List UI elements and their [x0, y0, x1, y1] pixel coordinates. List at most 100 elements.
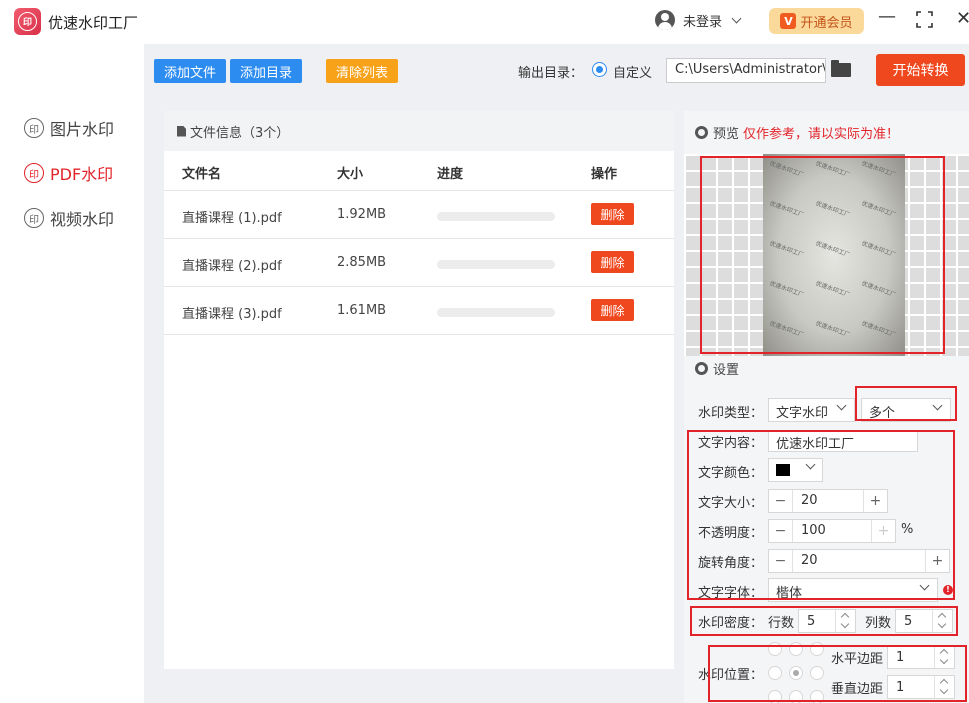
increment-button[interactable]: +: [925, 550, 949, 572]
horizontal-margin-value[interactable]: 1: [896, 650, 904, 665]
text-content-input[interactable]: 优速水印工厂: [768, 430, 918, 452]
table-header: 文件名 大小 进度 操作: [164, 151, 674, 191]
table-row[interactable]: 直播课程 (1).pdf 1.92MB 删除: [164, 191, 674, 239]
font-select[interactable]: 楷体: [768, 578, 938, 602]
opacity-value[interactable]: 100: [801, 523, 826, 538]
vip-label: 开通会员: [800, 15, 853, 31]
spinner-arrows[interactable]: [835, 610, 855, 632]
vertical-margin-label: 垂直边距: [831, 682, 884, 697]
position-bottom-right[interactable]: [810, 690, 824, 703]
density-label: 水印密度：: [698, 616, 764, 631]
table-row[interactable]: 直播课程 (2).pdf 2.85MB 删除: [164, 239, 674, 287]
watermark-text: 优速水印工厂: [860, 159, 897, 179]
sidebar-item-pdf-watermark[interactable]: 印 PDF水印: [24, 161, 113, 185]
decrement-button[interactable]: −: [769, 520, 793, 542]
file-list-panel: 文件信息（3个） 文件名 大小 进度 操作 直播课程 (1).pdf 1.92M…: [164, 111, 674, 669]
sidebar-item-video-watermark[interactable]: 印 视频水印: [24, 206, 114, 230]
file-count-label: 文件信息（3个）: [190, 125, 290, 141]
opacity-stepper[interactable]: − 100 +: [768, 519, 896, 543]
text-size-label: 文字大小：: [698, 496, 764, 511]
opacity-unit: %: [901, 522, 914, 537]
watermark-text: 优速水印工厂: [860, 199, 897, 219]
rotation-label: 旋转角度：: [698, 556, 764, 571]
start-convert-button[interactable]: 开始转换: [876, 54, 965, 86]
position-label: 水印位置：: [698, 668, 764, 683]
rotation-value[interactable]: 20: [801, 553, 818, 568]
arrow-down-icon: [840, 619, 850, 629]
watermark-type-label: 水印类型：: [698, 406, 764, 421]
file-name: 直播课程 (3).pdf: [182, 307, 282, 322]
position-top-left[interactable]: [768, 642, 782, 656]
spinner-arrows[interactable]: [932, 610, 952, 632]
add-file-button[interactable]: 添加文件: [154, 59, 226, 83]
arrow-down-icon: [939, 655, 949, 665]
watermark-text: 优速水印工厂: [814, 159, 851, 179]
stamp-icon: 印: [24, 163, 44, 183]
position-bottom-center[interactable]: [789, 690, 803, 703]
position-top-center[interactable]: [789, 642, 803, 656]
vertical-margin-spinner[interactable]: 1: [887, 675, 955, 699]
rows-value[interactable]: 5: [807, 614, 815, 629]
cols-spinner[interactable]: 5: [895, 609, 953, 633]
clear-list-button[interactable]: 清除列表: [326, 59, 398, 83]
increment-button[interactable]: +: [871, 520, 895, 542]
folder-icon[interactable]: [831, 60, 851, 77]
position-middle-right[interactable]: [810, 666, 824, 680]
spinner-arrows[interactable]: [934, 646, 954, 668]
chevron-down-icon: [836, 400, 847, 411]
file-list-header: 文件信息（3个）: [164, 111, 674, 151]
gear-icon: [695, 361, 708, 375]
user-menu[interactable]: 未登录: [655, 10, 742, 30]
delete-button[interactable]: 删除: [591, 203, 634, 225]
watermark-text: 优速水印工厂: [768, 279, 805, 299]
watermark-text: 优速水印工厂: [860, 279, 897, 299]
watermark-count-select[interactable]: 多个: [861, 398, 951, 422]
decrement-button[interactable]: −: [769, 550, 793, 572]
sidebar-item-label: PDF水印: [50, 165, 114, 184]
decrement-button[interactable]: −: [769, 490, 793, 512]
sidebar-item-label: 视频水印: [50, 210, 115, 229]
position-top-right[interactable]: [810, 642, 824, 656]
delete-button[interactable]: 删除: [591, 251, 634, 273]
watermark-text: 优速水印工厂: [814, 199, 851, 219]
position-center[interactable]: [789, 666, 803, 680]
preview-page: 优速水印工厂 优速水印工厂 优速水印工厂 优速水印工厂 优速水印工厂 优速水印工厂 优速水印…: [763, 154, 905, 356]
vertical-margin-value[interactable]: 1: [896, 680, 904, 695]
vip-button[interactable]: V 开通会员: [769, 8, 864, 34]
add-directory-button[interactable]: 添加目录: [230, 59, 302, 83]
stamp-icon: 印: [24, 208, 44, 228]
watermark-text: 优速水印工厂: [768, 239, 805, 259]
font-value: 楷体: [776, 586, 803, 601]
custom-output-label[interactable]: 自定义: [613, 62, 652, 81]
progress-bar: [437, 212, 555, 221]
sidebar-item-image-watermark[interactable]: 印 图片水印: [24, 116, 114, 140]
close-button[interactable]: ✕: [956, 8, 969, 29]
position-bottom-left[interactable]: [768, 690, 782, 703]
text-size-stepper[interactable]: − 20 +: [768, 489, 888, 513]
delete-button[interactable]: 删除: [591, 299, 634, 321]
text-size-value[interactable]: 20: [801, 493, 818, 508]
maximize-icon: [916, 11, 933, 28]
watermark-text: 优速水印工厂: [768, 159, 805, 179]
maximize-button[interactable]: [916, 11, 933, 28]
column-header-name: 文件名: [182, 167, 222, 182]
rows-spinner[interactable]: 5: [798, 609, 856, 633]
horizontal-margin-spinner[interactable]: 1: [887, 645, 955, 669]
table-row[interactable]: 直播课程 (3).pdf 1.61MB 删除: [164, 287, 674, 335]
watermark-type-select[interactable]: 文字水印: [768, 398, 855, 422]
output-path-input[interactable]: C:\Users\Administrator\: [666, 58, 826, 83]
spinner-arrows[interactable]: [934, 676, 954, 698]
watermark-type-value: 文字水印: [776, 406, 829, 421]
rotation-stepper[interactable]: − 20 +: [768, 549, 950, 573]
custom-output-radio[interactable]: [592, 62, 607, 77]
column-header-size: 大小: [337, 167, 364, 182]
stamp-icon: 印: [24, 118, 44, 138]
cols-value[interactable]: 5: [904, 614, 912, 629]
watermark-text: 优速水印工厂: [768, 199, 805, 219]
minimize-button[interactable]: —: [878, 6, 896, 27]
increment-button[interactable]: +: [863, 490, 887, 512]
file-size: 1.92MB: [337, 207, 387, 222]
font-label: 文字字体：: [698, 586, 764, 601]
position-middle-left[interactable]: [768, 666, 782, 680]
text-color-picker[interactable]: [768, 458, 823, 482]
